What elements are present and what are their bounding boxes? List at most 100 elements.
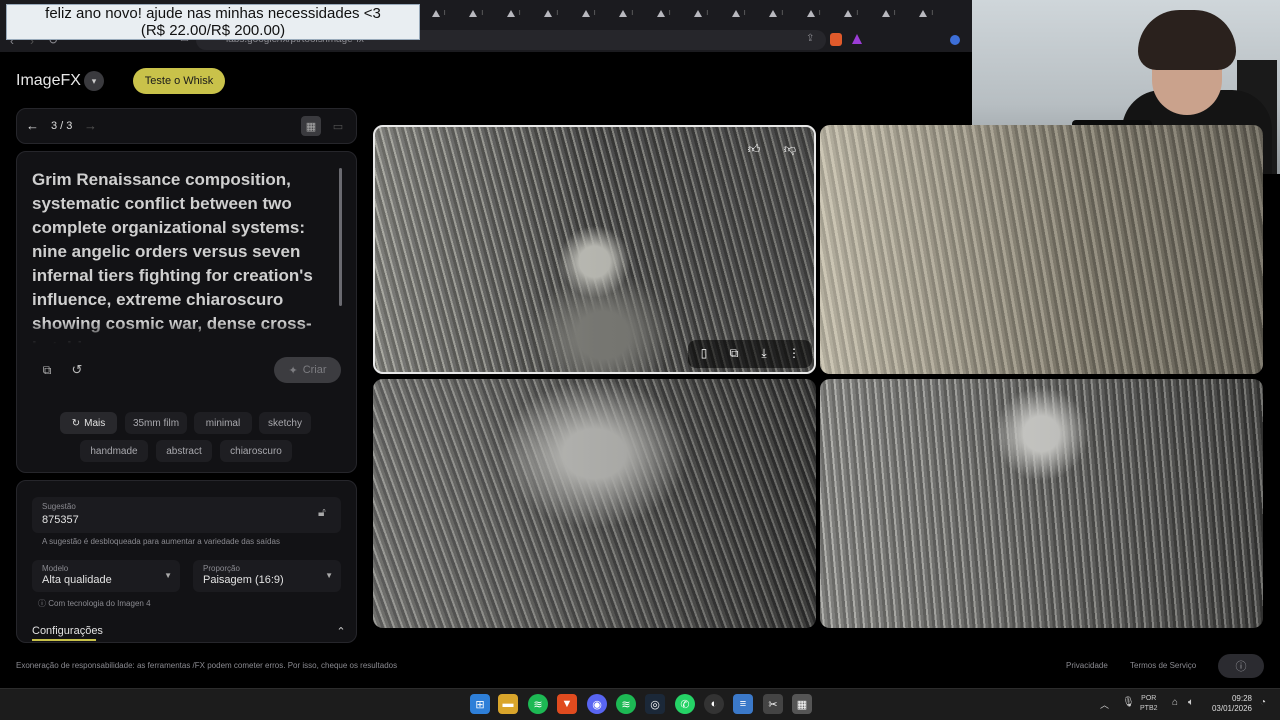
generated-image-3[interactable] xyxy=(373,379,816,628)
more-chips-button[interactable]: ↻ Mais xyxy=(60,412,117,434)
download-icon[interactable]: ⤓ xyxy=(752,342,776,364)
webcam-person-hair xyxy=(1138,10,1236,70)
tab-favicon-icon xyxy=(656,9,665,17)
tab-favicon-icon xyxy=(694,9,703,17)
language-code: POR xyxy=(1141,695,1157,702)
prompt-textarea[interactable]: Grim Renaissance composition, systematic… xyxy=(32,168,332,344)
calculator-icon[interactable]: ▦ xyxy=(792,694,812,714)
terms-link[interactable]: Termos de Serviço xyxy=(1130,661,1196,670)
sparkle-icon: ✦ xyxy=(288,364,298,377)
prompt-fade xyxy=(20,322,340,346)
browser-tab[interactable]: I xyxy=(683,4,721,22)
settings-tab-indicator xyxy=(32,639,96,641)
browser-tab[interactable]: I xyxy=(458,4,496,22)
style-chip[interactable]: chiaroscuro xyxy=(220,440,292,462)
tab-favicon-icon xyxy=(731,9,740,17)
donation-message: feliz ano novo! ajude nas minhas necessi… xyxy=(45,5,381,22)
capcut-icon[interactable]: ✂ xyxy=(763,694,783,714)
copy-icon[interactable]: ⧉ xyxy=(722,342,746,364)
obs-icon[interactable]: ◐ xyxy=(704,694,724,714)
brave-browser-icon[interactable]: ▼ xyxy=(557,694,577,714)
browser-tab[interactable]: I xyxy=(795,4,833,22)
privacy-link[interactable]: Privacidade xyxy=(1066,661,1108,670)
tab-favicon-icon xyxy=(881,9,890,17)
tech-note-text: Com tecnologia do Imagen 4 xyxy=(48,599,151,608)
keyboard-layout: PTB2 xyxy=(1140,705,1158,712)
microphone-icon[interactable]: 🎙︎ xyxy=(1122,697,1135,708)
generated-image-4[interactable] xyxy=(820,379,1263,628)
windows-start-icon[interactable]: ⊞ xyxy=(470,694,490,714)
browser-tab[interactable]: I xyxy=(720,4,758,22)
reset-icon[interactable]: ↺ xyxy=(68,361,86,379)
refresh-icon: ↻ xyxy=(71,417,81,429)
notepad-icon[interactable]: ≡ xyxy=(733,694,753,714)
rewards-icon[interactable] xyxy=(852,34,862,44)
notifications-icon[interactable]: ◔ xyxy=(1260,697,1266,708)
model-value: Alta qualidade xyxy=(42,574,112,586)
thumbs-down-icon[interactable]: 👎︎ xyxy=(778,138,802,160)
chip-label: Mais xyxy=(84,417,106,429)
spotify-icon[interactable]: ≋ xyxy=(616,694,636,714)
unlock-icon[interactable]: 🔓︎ xyxy=(318,505,326,520)
language-indicator[interactable]: POR PTB2 xyxy=(1140,694,1158,714)
disclaimer-text: Exoneração de responsabilidade: as ferra… xyxy=(16,661,398,670)
file-explorer-icon[interactable]: ▬ xyxy=(498,694,518,714)
browser-tab[interactable]: I xyxy=(645,4,683,22)
more-vert-icon[interactable]: ⋮ xyxy=(782,342,806,364)
style-chip[interactable]: minimal xyxy=(194,412,252,434)
share-icon[interactable]: ⇪ xyxy=(806,33,814,44)
arrow-left-icon[interactable]: ← xyxy=(26,118,39,133)
donation-progress: (R$ 22.00/R$ 200.00) xyxy=(140,22,286,39)
settings-tab[interactable]: Configurações xyxy=(32,625,103,637)
browser-tab[interactable]: I xyxy=(570,4,608,22)
brave-shields-icon[interactable] xyxy=(830,33,842,46)
feedback-icon[interactable]: ⓘ xyxy=(1218,654,1264,678)
network-icon[interactable]: ⌂ xyxy=(1172,697,1178,708)
style-chip[interactable]: 35mm film xyxy=(125,412,187,434)
generated-image-2[interactable] xyxy=(820,125,1263,374)
steam-icon[interactable]: ◎ xyxy=(645,694,665,714)
browser-tab[interactable]: I xyxy=(420,4,458,22)
arrow-right-icon[interactable]: → xyxy=(84,118,97,133)
style-chip[interactable]: handmade xyxy=(80,440,148,462)
style-chip[interactable]: abstract xyxy=(156,440,212,462)
browser-tab[interactable]: I xyxy=(870,4,908,22)
extension-icon[interactable] xyxy=(950,35,960,45)
browser-tab[interactable]: I xyxy=(533,4,571,22)
browser-tab[interactable]: I xyxy=(758,4,796,22)
volume-icon[interactable]: 🔈︎ xyxy=(1188,697,1194,708)
spotify-icon[interactable]: ≋ xyxy=(528,694,548,714)
app-menu-chevron-icon[interactable]: ▾ xyxy=(84,71,104,91)
copy-icon[interactable]: ⧉ xyxy=(38,361,56,379)
app-title: ImageFX xyxy=(16,72,81,89)
generated-image-1[interactable] xyxy=(373,125,816,374)
ratio-value: Paisagem (16:9) xyxy=(203,574,284,586)
discord-icon[interactable]: ◉ xyxy=(587,694,607,714)
tray-chevron-icon[interactable]: ︿ xyxy=(1100,698,1109,711)
single-view-icon[interactable]: ▭ xyxy=(329,116,347,136)
browser-tab[interactable]: I xyxy=(495,4,533,22)
try-whisk-button[interactable]: Teste o Whisk xyxy=(133,68,225,94)
whatsapp-icon[interactable]: ✆ xyxy=(675,694,695,714)
grid-view-icon[interactable]: ▦ xyxy=(301,116,321,136)
collapse-toggle-icon[interactable]: ⌃ xyxy=(333,622,349,640)
chevron-down-icon: ▼ xyxy=(325,571,333,580)
browser-tab[interactable]: I xyxy=(833,4,871,22)
tab-favicon-icon xyxy=(581,9,590,17)
seed-value[interactable]: 875357 xyxy=(42,514,79,526)
system-clock[interactable]: 09:28 03/01/2026 xyxy=(1210,694,1252,714)
browser-tab-strip: I I I I I I I I I I I I I I xyxy=(420,4,972,22)
thumbs-up-icon[interactable]: 👍︎ xyxy=(742,138,766,160)
donation-overlay: feliz ano novo! ajude nas minhas necessi… xyxy=(6,4,420,40)
browser-tab[interactable]: I xyxy=(908,4,946,22)
prompt-scrollbar[interactable] xyxy=(339,168,342,306)
chevron-down-icon: ▼ xyxy=(164,571,172,580)
browser-tab[interactable]: I xyxy=(608,4,646,22)
create-button[interactable]: ✦ Criar xyxy=(274,357,341,383)
model-select[interactable]: Modelo Alta qualidade ▼ xyxy=(32,560,180,592)
bookmark-icon[interactable]: ▯ xyxy=(692,342,716,364)
tab-favicon-icon xyxy=(431,9,440,17)
aspect-ratio-select[interactable]: Proporção Paisagem (16:9) ▼ xyxy=(193,560,341,592)
style-chip[interactable]: sketchy xyxy=(259,412,311,434)
clock-date: 03/01/2026 xyxy=(1211,704,1252,713)
